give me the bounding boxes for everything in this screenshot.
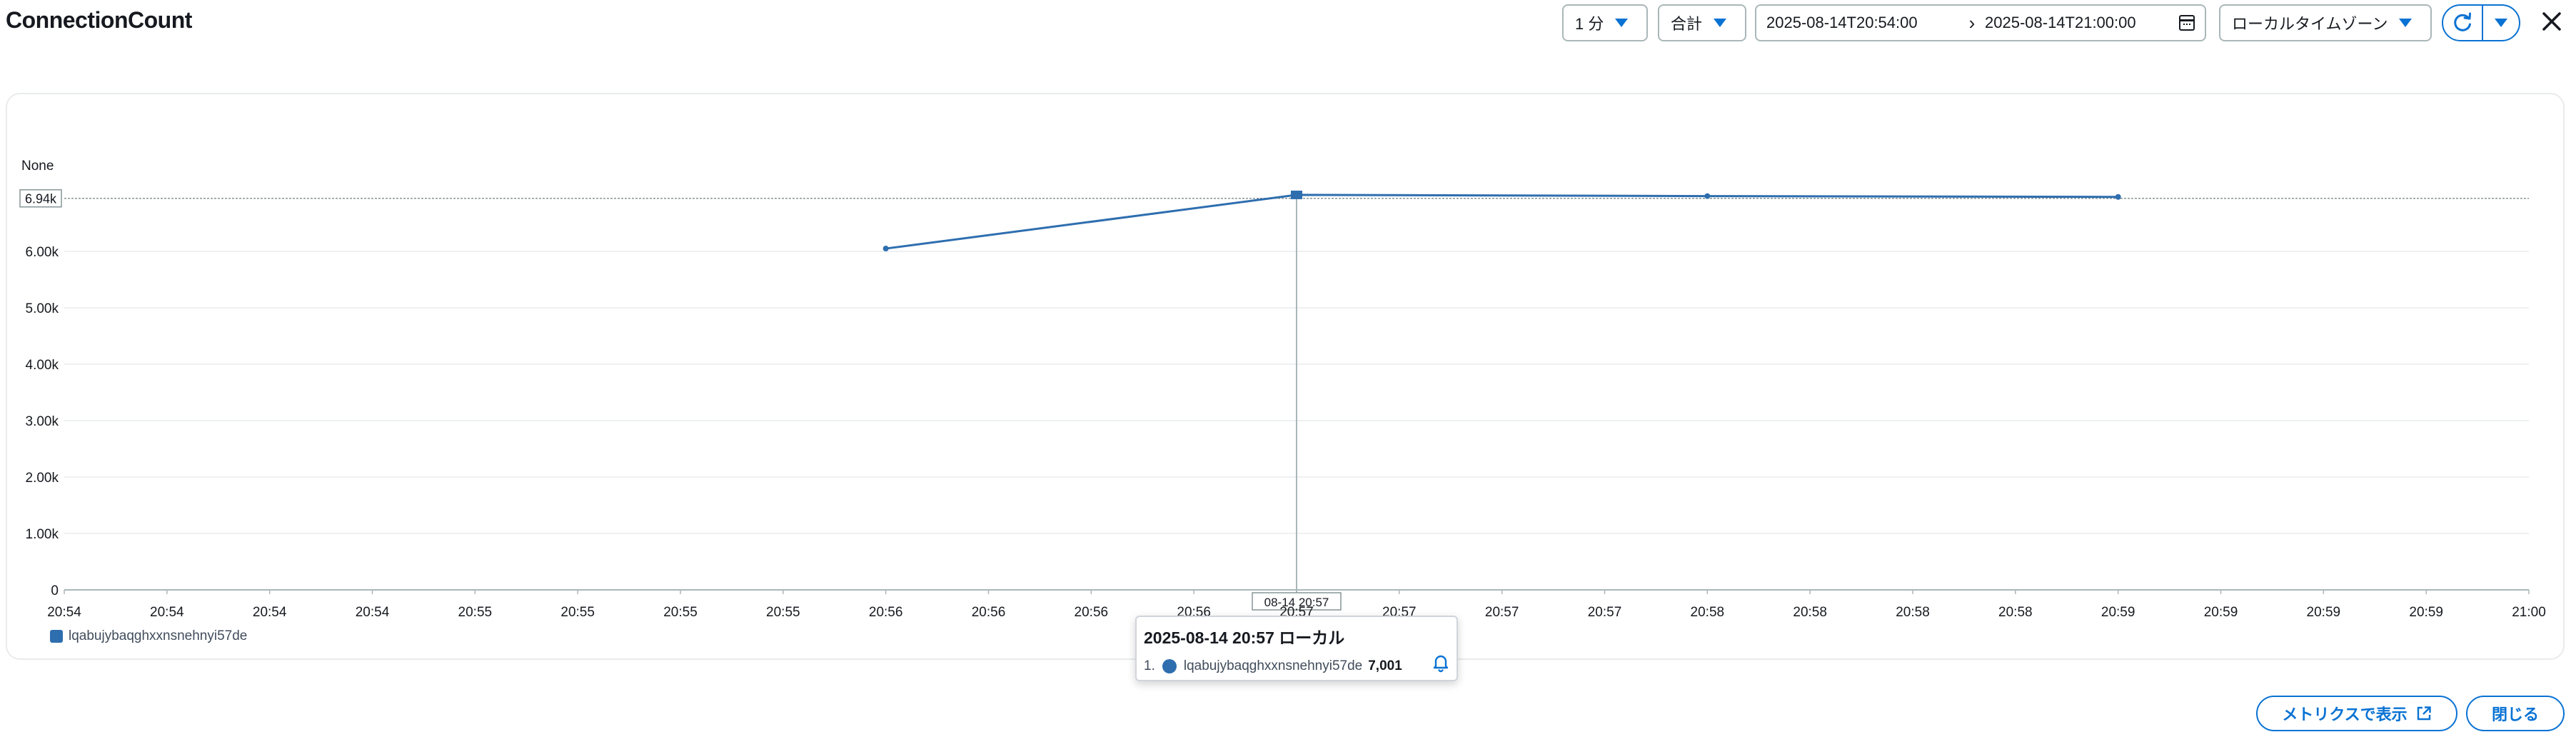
y-tick-label: 5.00k	[26, 301, 59, 316]
x-tick-label: 20:55	[458, 605, 493, 620]
y-axis-label: None	[21, 159, 54, 174]
hover-indicator: 6.94k08-14 20:57	[19, 189, 2529, 611]
y-tick-label: 2.00k	[26, 471, 59, 486]
y-tick-label: 4.00k	[26, 358, 59, 373]
chart-legend[interactable]: lqabujybaqghxxnsnehnyi57de	[50, 628, 247, 644]
view-in-metrics-button[interactable]: メトリクスで表示	[2256, 696, 2457, 731]
x-tick-label: 20:58	[1691, 605, 1725, 620]
tooltip-value: 7,001	[1368, 658, 1402, 673]
data-point-highlighted	[1291, 190, 1302, 199]
tooltip-row: 1. lqabujybaqghxxnsnehnyi57de 7,001	[1144, 658, 1449, 674]
close-button[interactable]: 閉じる	[2466, 696, 2565, 731]
x-tick-label: 20:55	[663, 605, 698, 620]
x-tick-label: 20:59	[2307, 605, 2341, 620]
legend-label: lqabujybaqghxxnsnehnyi57de	[69, 628, 248, 643]
x-tick-label: 20:58	[1896, 605, 1930, 620]
x-tick-label: 20:54	[356, 605, 390, 620]
external-link-icon	[2417, 706, 2431, 721]
legend-swatch	[50, 630, 63, 643]
view-in-metrics-label: メトリクスで表示	[2282, 706, 2408, 723]
x-tick-label: 21:00	[2512, 605, 2546, 620]
axis-labels: None 0 1.00k 2.00k 3.00k 4.00k 5.00k 6.00k 20:54…	[21, 159, 2546, 620]
y-tick-label: 1.00k	[26, 527, 59, 542]
x-tick-label: 20:59	[2409, 605, 2443, 620]
x-tick-label: 20:54	[150, 605, 184, 620]
data-point	[2115, 194, 2121, 200]
x-tick-label: 20:57	[1588, 605, 1622, 620]
x-tick-label: 20:59	[2101, 605, 2135, 620]
x-tick-label: 20:56	[972, 605, 1006, 620]
x-tick-label: 20:58	[1998, 605, 2033, 620]
data-point	[882, 246, 889, 252]
x-tick-label: 20:58	[1793, 605, 1827, 620]
series-line	[885, 194, 2118, 250]
bell-icon[interactable]	[1431, 653, 1451, 673]
y-tick-label: 0	[51, 583, 59, 598]
x-tick-label: 20:56	[1075, 605, 1109, 620]
x-tick-label: 20:55	[766, 605, 800, 620]
x-tick-label: 20:59	[2204, 605, 2238, 620]
y-tick-label: 6.00k	[26, 245, 59, 260]
tooltip-index: 1.	[1144, 658, 1155, 673]
close-label: 閉じる	[2491, 706, 2539, 723]
hover-y-label: 6.94k	[25, 192, 57, 206]
x-tick-label: 20:55	[560, 605, 595, 620]
tooltip-series-name: lqabujybaqghxxnsnehnyi57de	[1183, 658, 1363, 673]
tooltip-title: 2025-08-14 20:57 ローカル	[1144, 628, 1345, 647]
y-tick-label: 3.00k	[26, 414, 59, 429]
series	[882, 190, 2121, 252]
x-tick-label: 20:56	[869, 605, 903, 620]
x-tick-label: 20:54	[47, 605, 81, 620]
x-tick-label: 20:54	[253, 605, 287, 620]
tooltip-series-swatch	[1162, 659, 1177, 673]
chart-tooltip: 2025-08-14 20:57 ローカル 1. lqabujybaqghxxn…	[1135, 616, 1458, 681]
data-point	[1704, 193, 1711, 199]
x-tick-label: 20:57	[1485, 605, 1519, 620]
